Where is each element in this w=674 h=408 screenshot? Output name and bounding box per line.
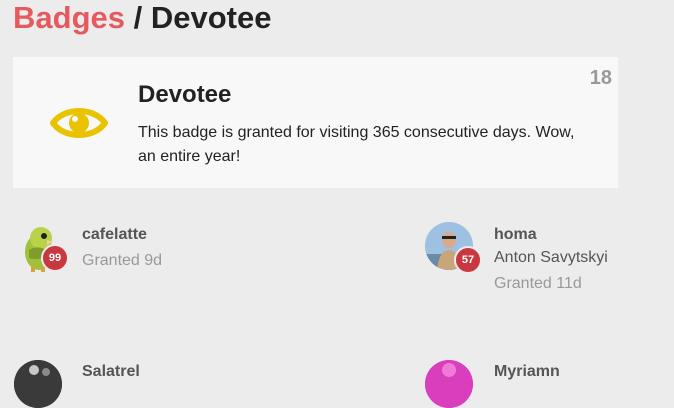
- avatar[interactable]: 99: [17, 222, 69, 272]
- avatar[interactable]: 57: [425, 222, 482, 274]
- profile-photo: [425, 360, 473, 408]
- user-level-badge: 99: [41, 244, 69, 272]
- badge-name: Devotee: [138, 81, 232, 108]
- username-link[interactable]: homa: [494, 226, 537, 244]
- breadcrumb-current: Devotee: [150, 0, 272, 35]
- badge-description: This badge is granted for visiting 365 c…: [138, 124, 575, 165]
- profile-photo: [14, 360, 62, 408]
- granted-time: Granted 11d: [494, 275, 582, 292]
- username-link[interactable]: cafelatte: [82, 226, 147, 244]
- badge-card: Devotee This badge is granted for visiti…: [13, 57, 618, 188]
- avatar[interactable]: [425, 360, 473, 408]
- breadcrumb-badges-link[interactable]: Badges: [13, 0, 125, 35]
- badge-granted-count: 18: [589, 67, 612, 89]
- breadcrumb-separator: /: [124, 0, 151, 35]
- user-full-name: Anton Savytskyi: [494, 249, 608, 266]
- eye-icon: [50, 108, 108, 138]
- granted-time: Granted 9d: [82, 252, 163, 269]
- avatar[interactable]: [14, 360, 62, 408]
- page-title: Badges / Devotee: [13, 0, 271, 36]
- username-link[interactable]: Myriamn: [494, 363, 560, 381]
- user-level-badge: 57: [454, 246, 482, 274]
- username-link[interactable]: Salatrel: [82, 363, 140, 381]
